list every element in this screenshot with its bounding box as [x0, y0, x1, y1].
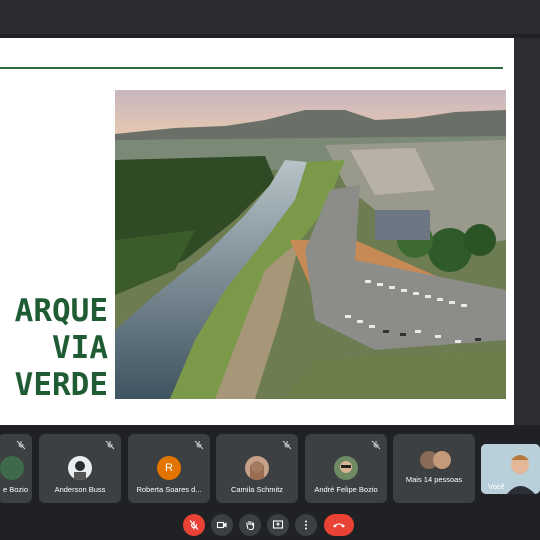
mic-off-icon — [189, 520, 199, 530]
participant-tile[interactable]: R Roberta Soares d... — [128, 434, 210, 503]
camera-icon — [216, 521, 227, 529]
mic-off-icon — [282, 440, 292, 450]
participant-name: Anderson Buss — [54, 485, 106, 494]
hand-icon — [246, 521, 255, 531]
end-call-icon — [333, 523, 345, 528]
camera-toggle-button[interactable] — [211, 514, 233, 536]
more-options-button[interactable] — [295, 514, 317, 536]
more-participants-label: Mais 14 pessoas — [405, 475, 463, 484]
leave-call-button[interactable] — [324, 514, 354, 536]
slide-title-line-1: ARQUE — [14, 293, 108, 329]
aerial-park-photo — [115, 90, 506, 399]
avatar — [334, 456, 358, 480]
mic-off-icon — [371, 440, 381, 450]
self-view-tile[interactable]: Você — [481, 444, 540, 494]
avatar-letter: R — [157, 456, 181, 480]
slide-title-line-2: VIA — [52, 330, 108, 366]
participant-name: André Felipe Bozio — [314, 485, 378, 494]
participant-name: e Bozio — [2, 485, 28, 494]
participant-tile[interactable]: André Felipe Bozio — [305, 434, 387, 503]
avatar — [68, 456, 92, 480]
participant-tile[interactable]: Anderson Buss — [39, 434, 121, 503]
mic-toggle-button[interactable] — [183, 514, 205, 536]
present-screen-button[interactable] — [267, 514, 289, 536]
mic-off-icon — [16, 440, 26, 450]
avatar — [0, 456, 24, 480]
avatar — [433, 451, 451, 469]
slide-divider — [0, 67, 503, 69]
participant-tile[interactable]: Camila Schmitz — [216, 434, 298, 503]
self-view-label: Você — [488, 482, 505, 491]
mic-off-icon — [105, 440, 115, 450]
avatar — [245, 456, 269, 480]
presented-slide: ARQUE VIA VERDE — [0, 38, 514, 425]
mic-off-icon — [194, 440, 204, 450]
meeting-controls — [0, 512, 540, 538]
participant-tile[interactable]: e Bozio — [0, 434, 32, 503]
side-strip — [514, 38, 540, 425]
participant-name: Roberta Soares d... — [136, 485, 202, 494]
meeting-top-bar — [0, 0, 540, 34]
slide-title-line-3: VERDE — [14, 367, 108, 403]
raise-hand-button[interactable] — [239, 514, 261, 536]
participant-name: Camila Schmitz — [230, 485, 284, 494]
more-options-icon — [305, 520, 307, 530]
slide-title: ARQUE VIA VERDE — [0, 293, 108, 404]
present-screen-icon — [272, 520, 284, 529]
participant-strip: e Bozio Anderson Buss R Roberta Soares d… — [0, 434, 540, 504]
more-participants-tile[interactable]: Mais 14 pessoas — [393, 434, 475, 503]
